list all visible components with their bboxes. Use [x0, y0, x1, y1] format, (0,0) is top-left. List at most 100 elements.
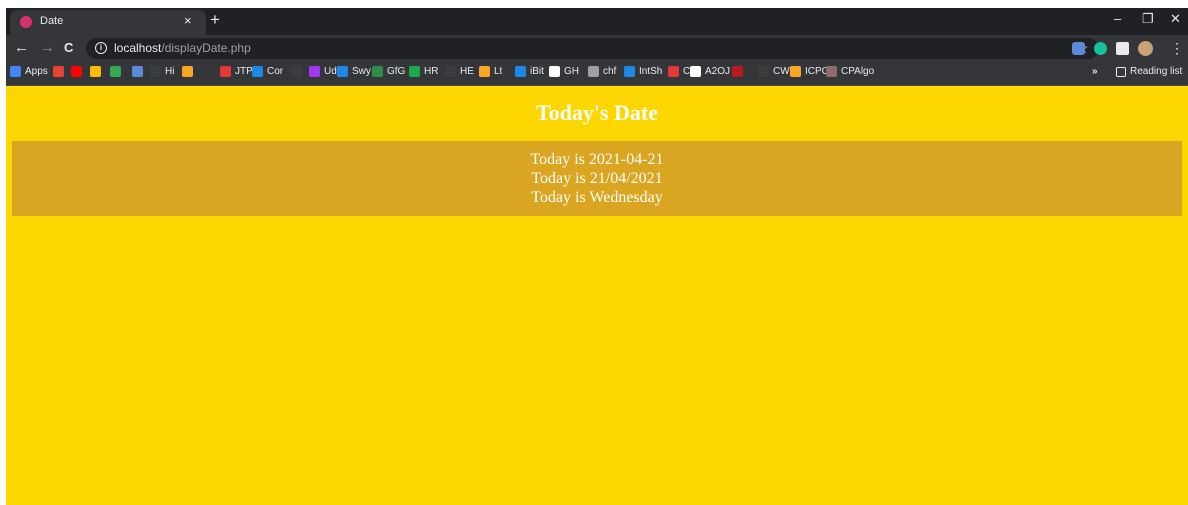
bookmark-item[interactable]: HE — [445, 66, 474, 77]
bookmark-item[interactable] — [110, 66, 125, 77]
bookmark-label: Swy — [352, 66, 371, 77]
bookmark-favicon-icon — [624, 66, 635, 77]
profile-avatar[interactable] — [1138, 41, 1153, 56]
bookmark-label: HR — [424, 66, 439, 77]
bookmark-item[interactable]: HR — [409, 66, 438, 77]
bookmark-favicon-icon — [150, 66, 161, 77]
bookmark-favicon-icon — [549, 66, 560, 77]
bookmark-item[interactable]: chf — [588, 66, 616, 77]
bookmarks-more-button[interactable]: » — [1092, 66, 1098, 77]
bookmark-label: JTP — [235, 66, 253, 77]
date-dmy-line: Today is 21/04/2021 — [531, 170, 663, 187]
bookmark-label: IntSh — [639, 66, 663, 77]
bookmark-favicon-icon — [220, 66, 231, 77]
bookmarks-bar: » Reading list Apps Hi JTP Cor Ud Swy GfG HR HE L… — [6, 62, 1188, 86]
bookmark-item[interactable]: GfG — [372, 66, 405, 77]
url-path: /displayDate.php — [161, 41, 251, 55]
bookmark-favicon-icon — [758, 66, 769, 77]
bookmark-favicon-icon — [337, 66, 348, 77]
bookmark-item[interactable] — [732, 66, 747, 77]
bookmark-favicon-icon — [110, 66, 121, 77]
bookmark-item[interactable]: ICPC — [790, 66, 829, 77]
bookmark-item[interactable] — [71, 66, 86, 77]
bookmark-favicon-icon — [132, 66, 143, 77]
bookmark-favicon-icon — [372, 66, 383, 77]
bookmark-item[interactable]: Hi — [150, 66, 174, 77]
bookmark-label: GH — [564, 66, 579, 77]
address-bar[interactable]: i localhost/displayDate.php ☆ — [86, 38, 1099, 59]
bookmark-item[interactable]: Apps — [10, 66, 48, 77]
bookmark-favicon-icon — [182, 66, 193, 77]
browser-window: Date × + – ❐ ✕ ← → C i localhost/display… — [6, 8, 1188, 505]
tab-close-icon[interactable]: × — [184, 13, 192, 28]
close-window-button[interactable]: ✕ — [1170, 11, 1181, 27]
bookmark-favicon-icon — [790, 66, 801, 77]
bookmark-favicon-icon — [53, 66, 64, 77]
tab-strip: Date × + – ❐ ✕ — [6, 8, 1188, 35]
bookmark-item[interactable]: Cor — [252, 66, 283, 77]
bookmark-item[interactable]: CW — [758, 66, 790, 77]
bookmark-label: Hi — [165, 66, 175, 77]
bookmark-favicon-icon — [515, 66, 526, 77]
url-text: localhost/displayDate.php — [114, 41, 251, 55]
reading-list-icon — [1116, 66, 1126, 77]
bookmark-label: Ud — [324, 66, 337, 77]
bookmark-label: iBit — [530, 66, 544, 77]
bookmark-label: chf — [603, 66, 617, 77]
bookmark-item[interactable] — [132, 66, 147, 77]
bookmark-item[interactable]: JTP — [220, 66, 253, 77]
back-button[interactable]: ← — [14, 39, 29, 57]
bookmark-item[interactable] — [90, 66, 105, 77]
url-host: localhost — [114, 41, 162, 55]
bookmark-label: CW — [773, 66, 790, 77]
bookmark-item[interactable]: Ud — [309, 66, 337, 77]
bookmark-item[interactable] — [182, 66, 197, 77]
tab-date[interactable]: Date × — [10, 10, 206, 35]
bookmark-favicon-icon — [826, 66, 837, 77]
restore-button[interactable]: ❐ — [1142, 11, 1154, 27]
bookmark-favicon-icon — [479, 66, 490, 77]
weekday-line: Today is Wednesday — [531, 189, 663, 206]
bookmark-favicon-icon — [291, 66, 302, 77]
bookmark-label: Cor — [267, 66, 284, 77]
bookmark-favicon-icon — [732, 66, 743, 77]
tab-title: Date — [40, 15, 64, 27]
favicon-icon — [20, 16, 32, 28]
translate-extension-icon[interactable] — [1072, 42, 1085, 55]
info-icon[interactable]: i — [95, 42, 107, 54]
bookmark-favicon-icon — [588, 66, 599, 77]
bookmark-item[interactable]: iBit — [515, 66, 544, 77]
bookmark-item[interactable] — [291, 66, 306, 77]
bookmark-favicon-icon — [252, 66, 263, 77]
toolbar: ← → C i localhost/displayDate.php ☆ ⋮ — [6, 35, 1188, 62]
menu-kebab-icon[interactable]: ⋮ — [1170, 39, 1184, 57]
bookmark-favicon-icon — [445, 66, 456, 77]
date-panel: Today is 2021-04-21 Today is 21/04/2021 … — [12, 141, 1182, 216]
reading-list-button[interactable]: Reading list — [1116, 66, 1182, 77]
extensions-puzzle-icon[interactable] — [1116, 42, 1129, 55]
bookmark-item[interactable]: IntSh — [624, 66, 662, 77]
bookmark-favicon-icon — [90, 66, 101, 77]
bookmark-favicon-icon — [409, 66, 420, 77]
minimize-button[interactable]: – — [1114, 11, 1121, 26]
bookmark-item[interactable]: Swy — [337, 66, 371, 77]
bookmark-label: A2OJ — [705, 66, 731, 77]
grammarly-extension-icon[interactable] — [1094, 42, 1107, 55]
forward-button[interactable]: → — [40, 39, 55, 57]
bookmark-item[interactable]: A2OJ — [690, 66, 730, 77]
reading-list-label: Reading list — [1130, 66, 1183, 77]
reload-button[interactable]: C — [64, 39, 73, 57]
date-iso-line: Today is 2021-04-21 — [530, 151, 664, 168]
bookmark-item[interactable]: Lt — [479, 66, 502, 77]
bookmark-label: Lt — [494, 66, 503, 77]
bookmark-favicon-icon — [71, 66, 82, 77]
bookmark-favicon-icon — [668, 66, 679, 77]
page-title: Today's Date — [535, 100, 659, 125]
bookmark-label: Apps — [25, 66, 48, 77]
bookmark-item[interactable]: GH — [549, 66, 579, 77]
bookmark-item[interactable]: CPAlgo — [826, 66, 874, 77]
bookmark-item[interactable] — [53, 66, 68, 77]
bookmark-favicon-icon — [309, 66, 320, 77]
new-tab-button[interactable]: + — [210, 10, 220, 30]
bookmark-favicon-icon — [10, 66, 21, 77]
